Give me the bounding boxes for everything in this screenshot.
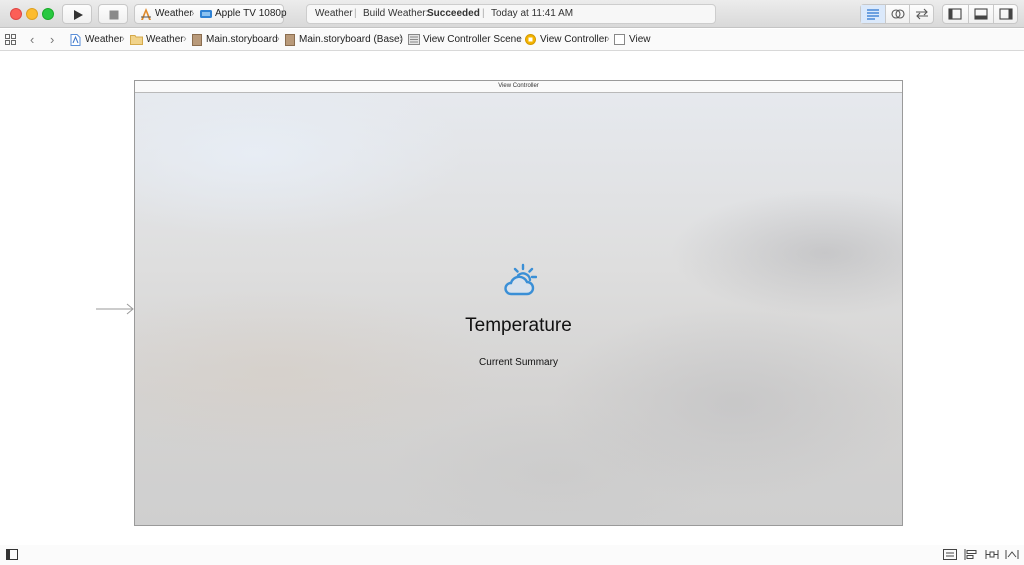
appletv-device-icon (200, 10, 212, 18)
align-icon[interactable] (964, 549, 978, 560)
activity-separator: | (354, 8, 357, 19)
version-editor-icon (916, 8, 928, 20)
scheme-device-label: Apple TV 1080p (215, 8, 287, 19)
pin-constraints-icon[interactable] (985, 549, 999, 560)
activity-project: Weather (315, 8, 353, 19)
chevron-right-icon: › (191, 8, 195, 19)
run-button[interactable] (62, 4, 92, 24)
project-file-icon (70, 34, 81, 46)
app-target-icon (141, 8, 151, 20)
chevron-right-icon: › (518, 33, 522, 45)
view-icon (614, 34, 625, 45)
canvas-bottom-bar (0, 545, 1024, 565)
scene-icon (408, 34, 420, 45)
chevron-right-icon: › (276, 33, 280, 45)
storyboard-icon (285, 34, 295, 46)
resolve-auto-layout-icon[interactable] (1005, 549, 1019, 560)
version-editor-button[interactable] (909, 5, 933, 23)
window-toolbar: Weather › Apple TV 1080p Weather | Build… (0, 0, 1024, 28)
jumpbar-item-weather-project[interactable]: Weather (85, 29, 123, 50)
stop-button[interactable] (98, 4, 128, 24)
initial-view-controller-arrow-icon[interactable] (96, 303, 136, 315)
activity-separator: | (482, 8, 485, 19)
debug-area-toggle-icon (974, 8, 988, 20)
document-outline-toggle-icon[interactable] (6, 549, 18, 560)
jump-bar: ‹ › Weather › Weather › Main.storyboard … (0, 29, 1024, 51)
activity-viewer: Weather | Build Weather: Succeeded | Tod… (306, 4, 716, 24)
embed-in-stack-icon[interactable] (943, 549, 957, 560)
chevron-right-icon: › (606, 33, 610, 45)
utilities-toggle-button[interactable] (993, 5, 1017, 23)
storyboard-canvas[interactable]: View Controller Temperature Current Summ… (0, 51, 1024, 545)
jumpbar-item-view-controller-scene[interactable]: View Controller Scene (423, 29, 522, 50)
forward-arrow-icon[interactable]: › (50, 29, 54, 50)
run-icon (74, 10, 83, 20)
zoom-window-button[interactable] (42, 8, 54, 20)
scheme-selector[interactable]: Weather › Apple TV 1080p (134, 4, 287, 24)
partly-sunny-weather-icon[interactable] (501, 263, 537, 299)
chevron-right-icon: › (183, 33, 187, 45)
storyboard-icon (192, 34, 202, 46)
activity-status-prefix: Build Weather: (363, 8, 429, 19)
activity-timestamp: Today at 11:41 AM (491, 8, 574, 19)
jumpbar-item-main-storyboard-base[interactable]: Main.storyboard (Base) (299, 29, 403, 50)
folder-icon (130, 35, 143, 45)
jumpbar-item-main-storyboard[interactable]: Main.storyboard (206, 29, 278, 50)
navigator-toggle-button[interactable] (943, 5, 967, 23)
editor-mode-control (860, 4, 934, 24)
view-controller-scene[interactable]: View Controller Temperature Current Summ… (134, 80, 903, 526)
scene-title-bar[interactable]: View Controller (135, 81, 902, 93)
jumpbar-item-weather-folder[interactable]: Weather (146, 29, 184, 50)
view-toggle-control (942, 4, 1018, 24)
view-controller-icon (525, 34, 536, 45)
chevron-right-icon: › (399, 33, 403, 45)
stop-icon (109, 10, 119, 20)
related-items-grid-icon[interactable] (5, 34, 16, 45)
back-arrow-icon[interactable]: ‹ (30, 29, 34, 50)
assistant-editor-icon (891, 9, 905, 19)
assistant-editor-button[interactable] (885, 5, 909, 23)
jumpbar-item-view-controller[interactable]: View Controller (540, 29, 608, 50)
scheme-target-label: Weather (155, 8, 193, 19)
scene-root-view[interactable]: Temperature Current Summary (135, 93, 902, 525)
chevron-right-icon: › (121, 33, 125, 45)
current-summary-label[interactable]: Current Summary (135, 357, 902, 368)
standard-editor-icon (867, 9, 879, 20)
temperature-label[interactable]: Temperature (135, 315, 902, 337)
minimize-window-button[interactable] (26, 8, 38, 20)
debug-area-toggle-button[interactable] (968, 5, 992, 23)
navigator-toggle-icon (948, 8, 962, 20)
close-window-button[interactable] (10, 8, 22, 20)
standard-editor-button[interactable] (861, 5, 885, 23)
jumpbar-item-view[interactable]: View (629, 29, 651, 50)
activity-status-result: Succeeded (427, 8, 480, 19)
utilities-toggle-icon (999, 8, 1013, 20)
